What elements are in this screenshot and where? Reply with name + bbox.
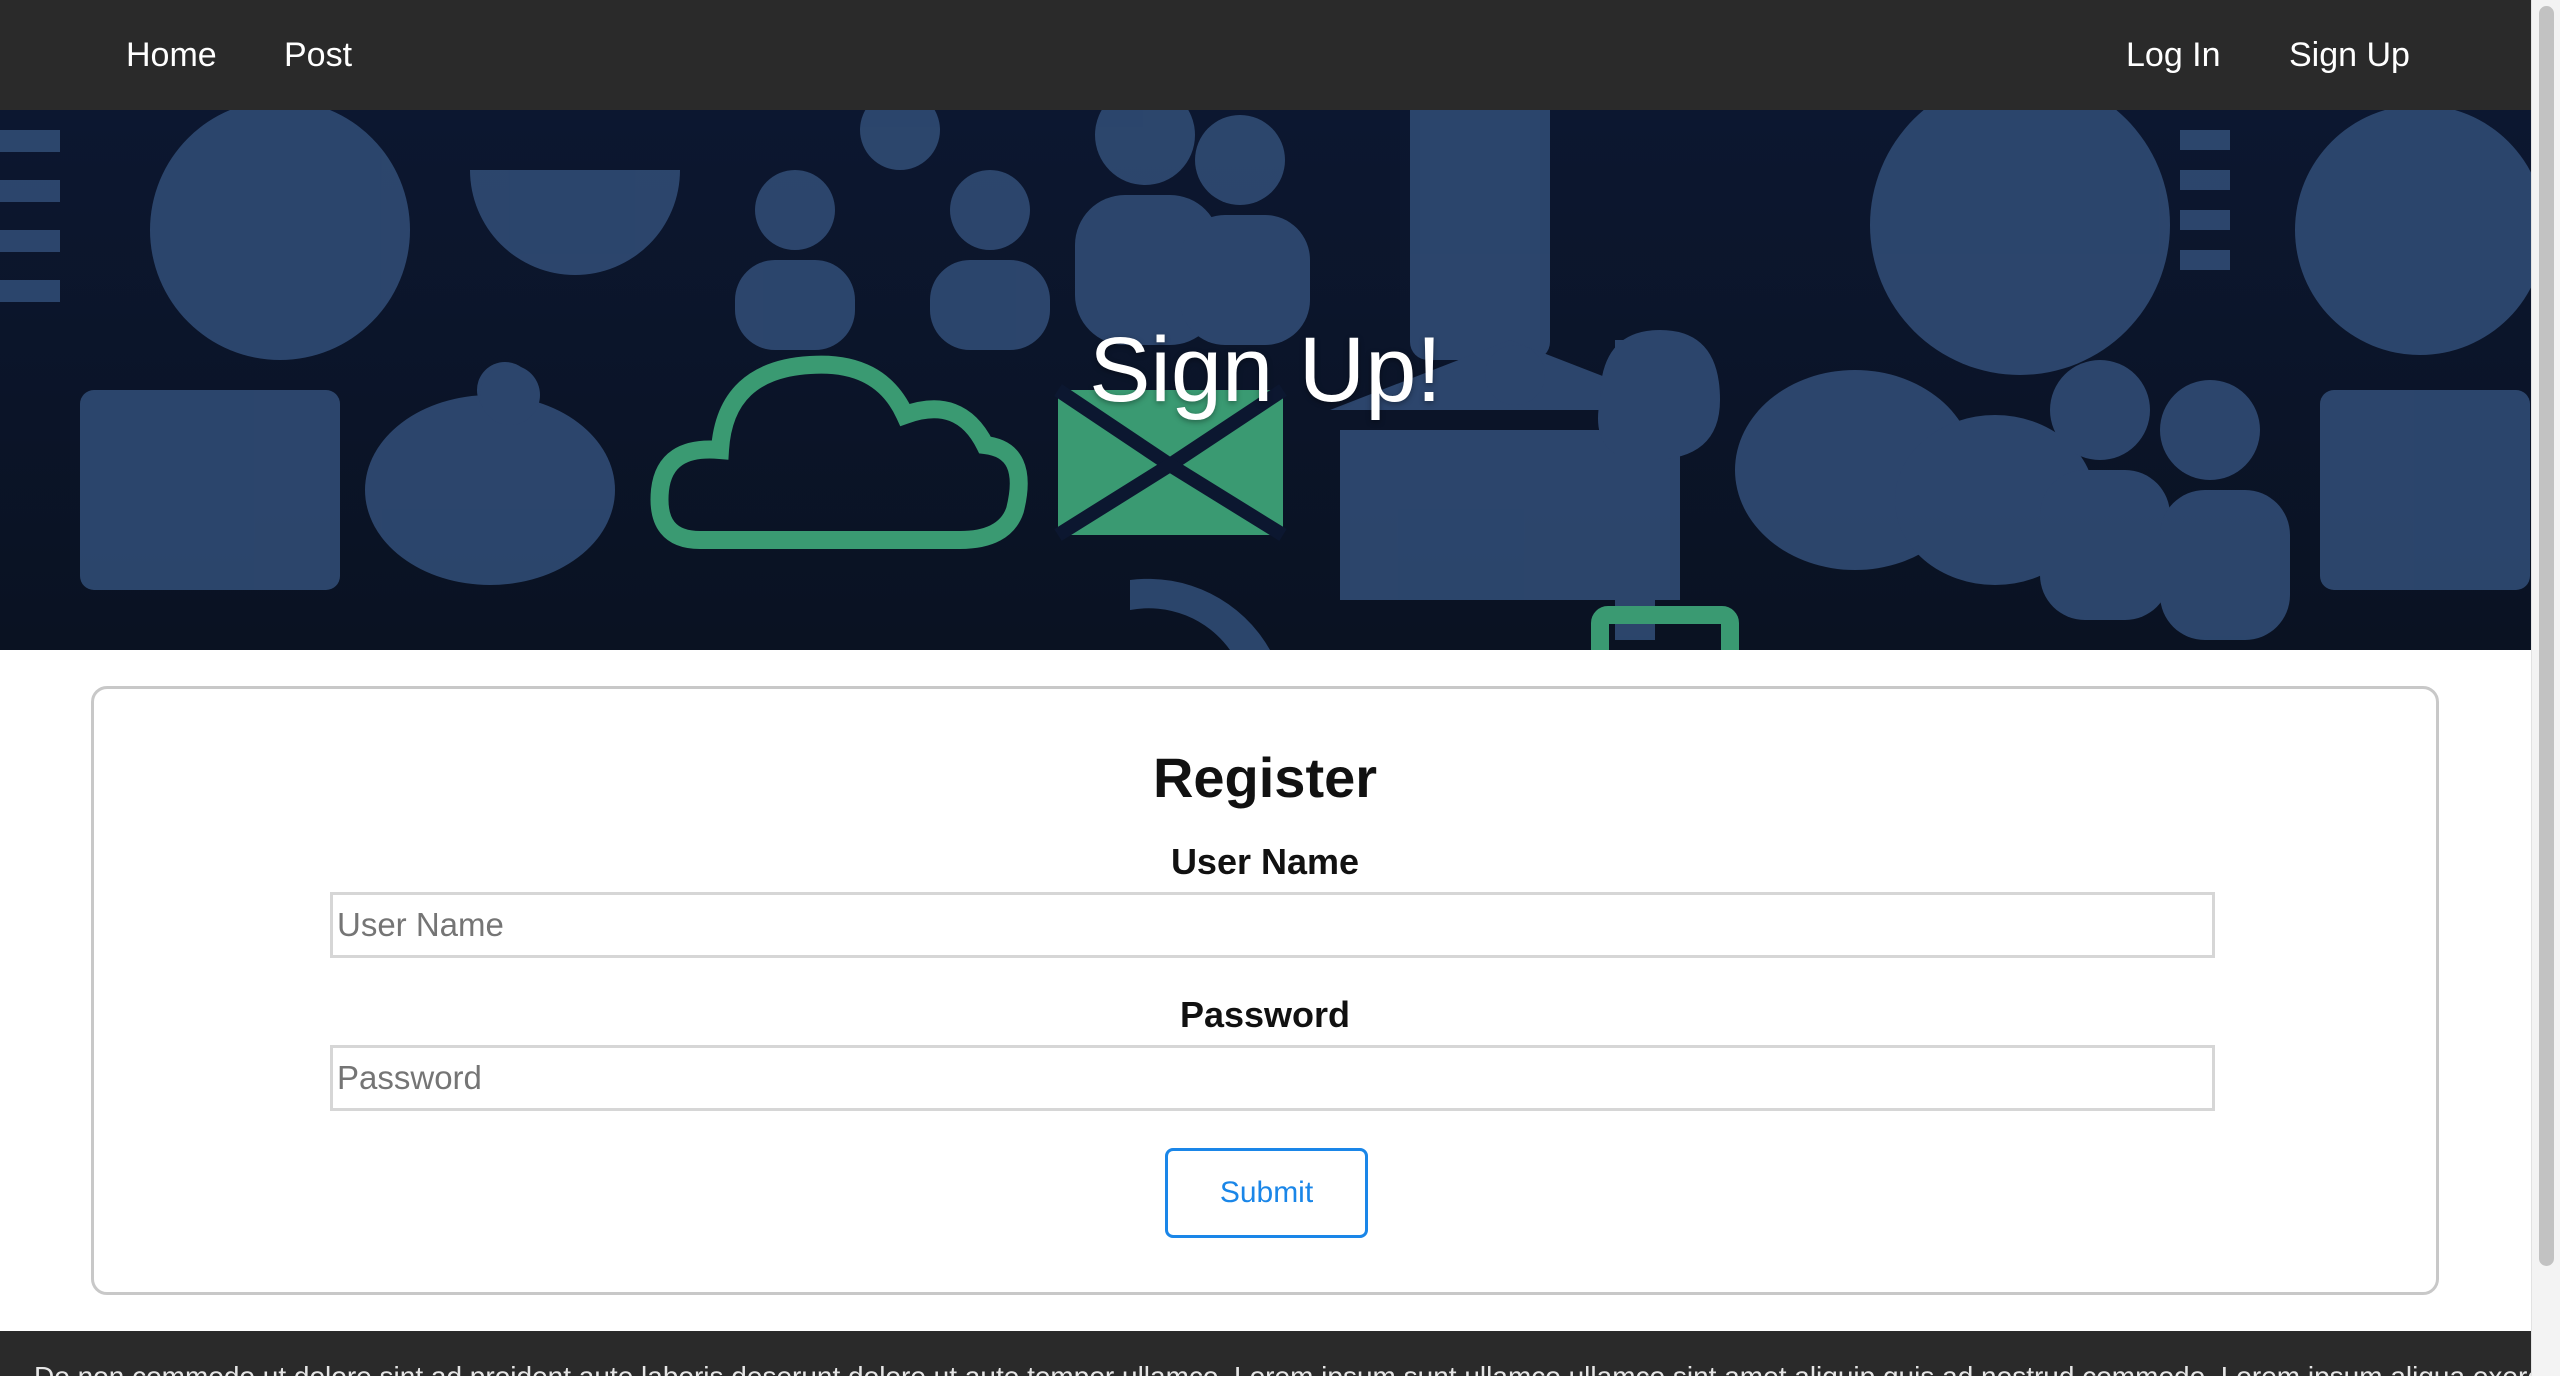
footer: Do non commodo ut dolore sint ad proiden… [0, 1331, 2531, 1376]
password-label: Password [1179, 994, 1351, 1035]
scrollbar-thumb[interactable] [2539, 6, 2554, 1266]
top-navbar: Home Post Log In Sign Up [0, 0, 2531, 110]
footer-text: Do non commodo ut dolore sint ad proiden… [34, 1361, 2531, 1376]
nav-signup-link[interactable]: Sign Up [2289, 0, 2410, 110]
register-card: Register User Name Password Submit [91, 686, 2439, 1295]
username-label: User Name [1170, 841, 1360, 882]
hero-banner: Sign Up! [0, 110, 2531, 650]
password-input[interactable] [330, 1045, 2215, 1111]
nav-post-link[interactable]: Post [284, 0, 352, 110]
page-scrollbar[interactable] [2531, 0, 2560, 1376]
nav-home-link[interactable]: Home [126, 0, 217, 110]
register-title: Register [1152, 746, 1378, 809]
submit-button[interactable]: Submit [1165, 1148, 1368, 1238]
hero-title: Sign Up! [1089, 318, 1442, 421]
nav-login-link[interactable]: Log In [2126, 0, 2221, 110]
username-input[interactable] [330, 892, 2215, 958]
page: Home Post Log In Sign Up Sign Up! Regist… [0, 0, 2531, 1376]
